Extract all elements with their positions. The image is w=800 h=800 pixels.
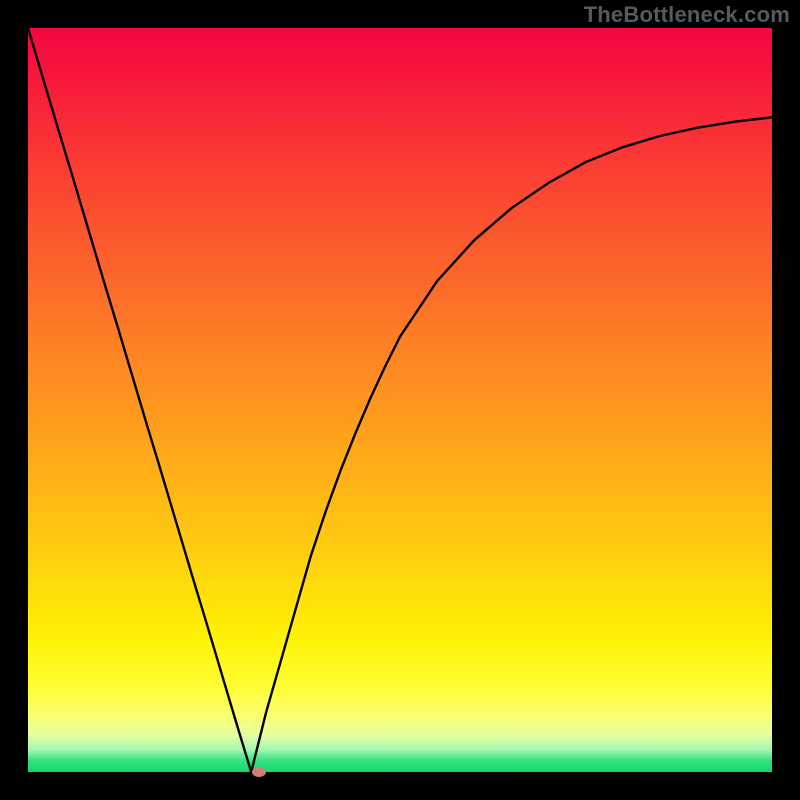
curve-svg	[28, 28, 772, 772]
plot-area	[28, 28, 772, 772]
bottleneck-curve	[28, 28, 772, 772]
chart-frame: TheBottleneck.com	[0, 0, 800, 800]
vertex-marker	[252, 767, 266, 777]
watermark-text: TheBottleneck.com	[584, 2, 790, 28]
